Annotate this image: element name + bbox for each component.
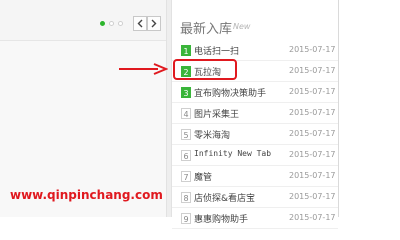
left-pane: [0, 0, 166, 217]
item-date: 2015-07-17: [289, 192, 336, 201]
arrow-right-icon: [119, 63, 168, 75]
item-name[interactable]: 店侦探&看店宝: [194, 191, 255, 204]
prev-button[interactable]: [133, 16, 147, 31]
list-item[interactable]: 7 魔管 2015-07-17: [172, 166, 338, 187]
item-name[interactable]: 电话扫一扫: [194, 44, 239, 57]
highlight-box: [173, 59, 237, 80]
item-name[interactable]: 宜布购物决策助手: [194, 86, 266, 99]
new-arrivals-panel: 最新入库 New 1 电话扫一扫 2015-07-17 2 瓦拉淘 2015-0…: [172, 0, 340, 229]
list-item[interactable]: 1 电话扫一扫 2015-07-17: [172, 40, 338, 61]
list-item[interactable]: 4 图片采集王 2015-07-17: [172, 103, 338, 124]
watermark: www.qinpinchang.com: [10, 188, 163, 202]
list-item[interactable]: 3 宜布购物决策助手 2015-07-17: [172, 82, 338, 103]
rank-badge: 5: [181, 129, 191, 140]
rank-badge: 8: [181, 192, 191, 203]
rank-badge: 6: [181, 150, 191, 161]
item-date: 2015-07-17: [289, 129, 336, 138]
list-item[interactable]: 9 惠惠购物助手 2015-07-17: [172, 208, 338, 229]
item-name[interactable]: 图片采集王: [194, 107, 239, 120]
panel-title: 最新入库: [180, 22, 233, 37]
carousel-dot[interactable]: [118, 21, 123, 26]
item-date: 2015-07-17: [289, 45, 336, 54]
rank-badge: 4: [181, 108, 191, 119]
outer-margin: [339, 0, 400, 217]
chevron-left-icon: [137, 19, 143, 28]
rank-badge: 3: [181, 87, 191, 98]
rank-badge: 7: [181, 171, 191, 182]
next-button[interactable]: [147, 16, 161, 31]
panel-subtitle: New: [233, 22, 251, 31]
item-name[interactable]: 零米海淘: [194, 128, 230, 141]
item-date: 2015-07-17: [289, 150, 336, 159]
panel-header: 最新入库 New: [172, 0, 340, 40]
item-name[interactable]: Infinity New Tab: [194, 149, 271, 158]
list-item[interactable]: 6 Infinity New Tab 2015-07-17: [172, 145, 338, 166]
item-date: 2015-07-17: [289, 108, 336, 117]
item-date: 2015-07-17: [289, 66, 336, 75]
carousel-dot-active[interactable]: [100, 21, 105, 26]
item-date: 2015-07-17: [289, 87, 336, 96]
rank-badge: 1: [181, 45, 191, 56]
chevron-right-icon: [151, 19, 157, 28]
rank-badge: 9: [181, 213, 191, 224]
item-name[interactable]: 惠惠购物助手: [194, 212, 248, 225]
carousel-dot[interactable]: [109, 21, 114, 26]
list-item[interactable]: 5 零米海淘 2015-07-17: [172, 124, 338, 145]
item-date: 2015-07-17: [289, 171, 336, 180]
item-date: 2015-07-17: [289, 213, 336, 222]
list-item[interactable]: 8 店侦探&看店宝 2015-07-17: [172, 187, 338, 208]
carousel-dots: [100, 21, 123, 26]
item-name[interactable]: 魔管: [194, 170, 212, 183]
